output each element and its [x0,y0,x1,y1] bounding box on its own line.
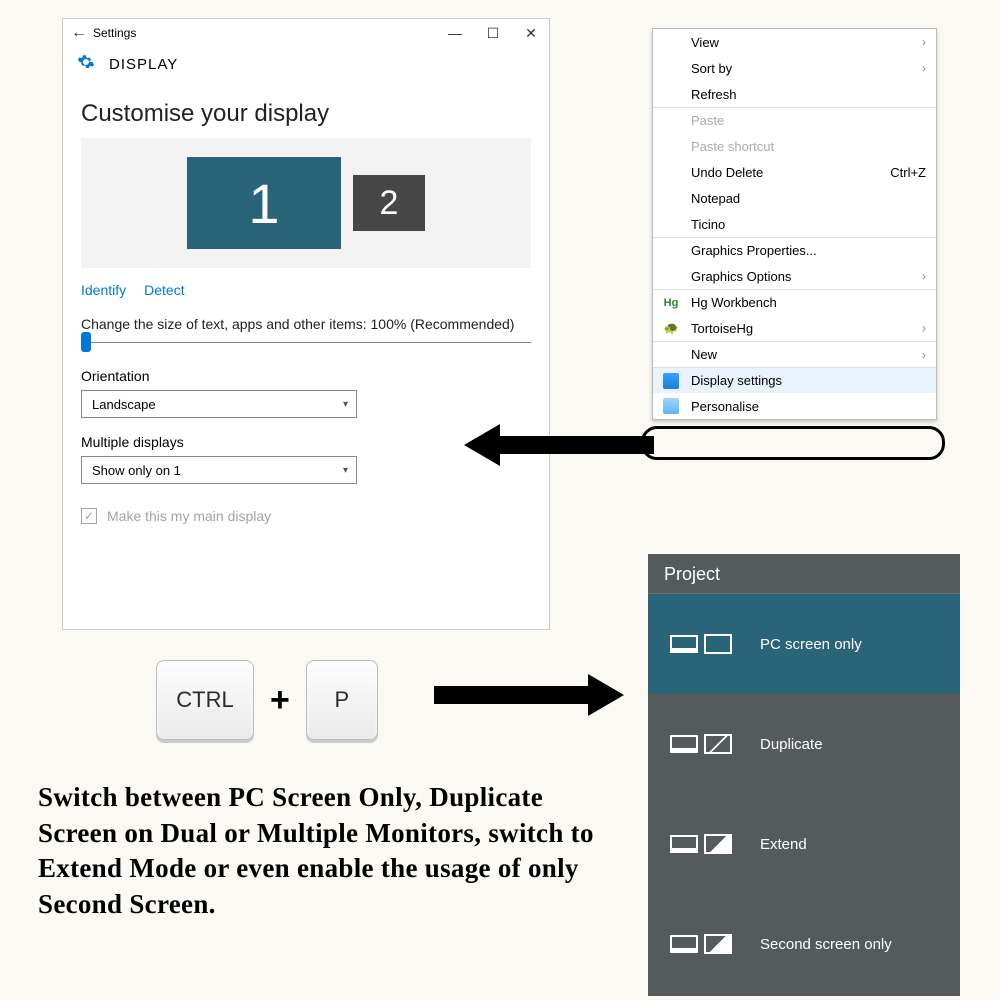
context-menu-item[interactable]: Hg Hg Workbench [653,289,936,315]
settings-header: DISPLAY [63,47,549,86]
monitor-2[interactable]: 2 [353,175,425,231]
chevron-right-icon: › [922,35,926,49]
window-title: Settings [93,26,445,40]
project-option[interactable]: Duplicate [648,694,960,794]
project-mode-icon [670,634,742,654]
chevron-right-icon: › [922,321,926,335]
context-menu-label: Graphics Properties... [691,243,817,258]
context-menu-item[interactable]: Sort by › [653,55,936,81]
project-title: Project [648,554,960,594]
context-menu-label: Paste [691,113,724,128]
chevron-right-icon: › [922,61,926,75]
ctrl-key: CTRL [156,660,254,740]
main-display-row: ✓ Make this my main display [63,484,549,524]
project-panel: Project PC screen only Duplicate Extend Sec… [648,554,960,996]
context-menu-label: Graphics Options [691,269,791,284]
chevron-down-icon: ▾ [343,399,348,410]
orientation-label: Orientation [63,352,549,390]
context-menu-item[interactable]: View › [653,29,936,55]
shortcut-label: Ctrl+Z [890,165,926,180]
monitor-1[interactable]: 1 [187,157,341,249]
context-menu-label: View [691,35,719,50]
multiple-displays-value: Show only on 1 [92,463,181,478]
minimize-icon[interactable]: — [445,25,465,42]
context-menu-item: Paste shortcut [653,133,936,159]
context-menu-item: Paste [653,107,936,133]
context-menu-item[interactable]: Graphics Properties... [653,237,936,263]
display-settings-highlight [641,426,945,460]
maximize-icon[interactable]: ☐ [483,25,503,42]
project-option[interactable]: Second screen only [648,894,960,994]
project-option[interactable]: PC screen only [648,594,960,694]
context-menu-label: New [691,347,717,362]
scale-slider[interactable] [63,338,549,352]
context-menu-item[interactable]: Notepad [653,185,936,211]
context-menu-label: Sort by [691,61,732,76]
settings-window: ← Settings — ☐ ✕ DISPLAY Customise your … [62,18,550,630]
context-menu-label: Hg Workbench [691,295,777,310]
project-option-label: PC screen only [760,636,862,653]
back-icon[interactable]: ← [71,24,93,42]
detect-link[interactable]: Detect [144,282,184,298]
main-display-label: Make this my main display [107,508,271,524]
plus-icon: + [264,681,296,720]
context-menu-item[interactable]: Refresh [653,81,936,107]
chevron-down-icon: ▾ [343,465,348,476]
p-key: P [306,660,378,740]
slider-thumb[interactable] [81,332,91,352]
caption-text: Switch between PC Screen Only, Duplicate… [38,780,598,923]
context-menu-label: Paste shortcut [691,139,774,154]
project-mode-icon [670,934,742,954]
display-preview[interactable]: 1 2 [81,138,531,268]
main-display-checkbox[interactable]: ✓ [81,508,97,524]
project-option-label: Extend [760,836,807,853]
display-actions: Identify Detect [63,268,549,302]
context-menu-item[interactable]: Graphics Options › [653,263,936,289]
close-icon[interactable]: ✕ [521,25,541,42]
project-option-label: Second screen only [760,936,892,953]
identify-link[interactable]: Identify [81,282,126,298]
project-mode-icon [670,834,742,854]
context-menu-item[interactable]: Ticino [653,211,936,237]
context-menu-label: Display settings [691,373,782,388]
window-controls: — ☐ ✕ [445,25,541,42]
context-menu-label: Refresh [691,87,737,102]
context-menu-label: Undo Delete [691,165,763,180]
multiple-displays-dropdown[interactable]: Show only on 1 ▾ [81,456,357,484]
hg-icon: Hg [663,295,679,311]
chevron-right-icon: › [922,269,926,283]
desktop-context-menu: View › Sort by › Refresh Paste Paste shortcut U… [652,28,937,420]
chevron-right-icon: › [922,348,926,362]
gear-icon [77,53,95,76]
context-menu-item[interactable]: Display settings [653,367,936,393]
tort-icon: 🐢 [663,320,679,336]
project-option-label: Duplicate [760,736,823,753]
arrow-left-icon [464,424,654,466]
context-menu-label: Ticino [691,217,725,232]
desktop-icon [663,398,679,414]
context-menu-item[interactable]: New › [653,341,936,367]
project-mode-icon [670,734,742,754]
section-title: Customise your display [63,86,549,138]
titlebar: ← Settings — ☐ ✕ [63,19,549,47]
context-menu-item[interactable]: Undo Delete Ctrl+Z [653,159,936,185]
context-menu-item[interactable]: 🐢 TortoiseHg › [653,315,936,341]
header-label: DISPLAY [109,56,178,73]
context-menu-label: TortoiseHg [691,321,753,336]
context-menu-label: Personalise [691,399,759,414]
context-menu-label: Notepad [691,191,740,206]
scale-label: Change the size of text, apps and other … [63,302,549,338]
arrow-right-icon [434,674,624,716]
monitor-icon [663,373,679,389]
project-option[interactable]: Extend [648,794,960,894]
orientation-value: Landscape [92,397,156,412]
orientation-dropdown[interactable]: Landscape ▾ [81,390,357,418]
keyboard-shortcut: CTRL + P [156,660,378,740]
context-menu-item[interactable]: Personalise [653,393,936,419]
